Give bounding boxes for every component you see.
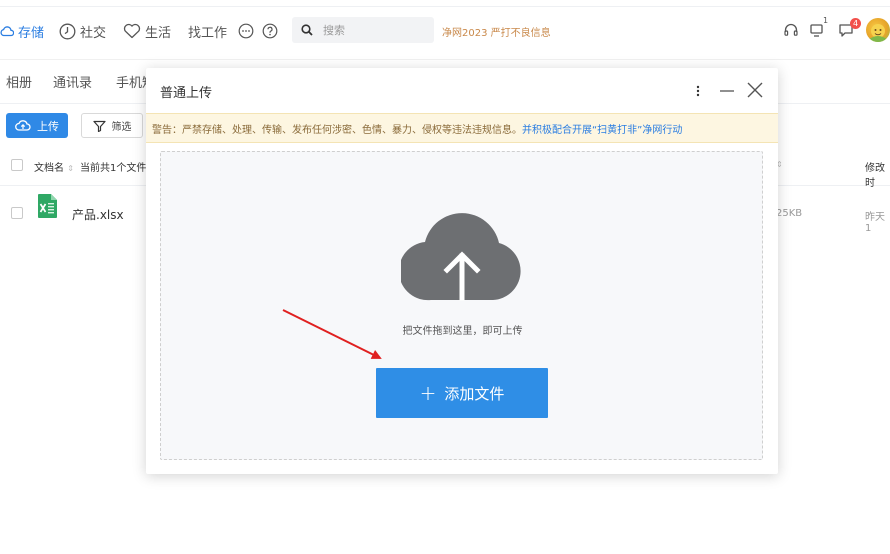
- nav-social[interactable]: 社交: [59, 21, 106, 41]
- upload-dialog: 普通上传 警告：严禁存储、处理、传输、发布任何涉密、色情、暴力、侵权等违法违规信…: [146, 68, 778, 474]
- nav-social-label: 社交: [80, 25, 107, 41]
- nav-jobs-label: 找工作: [188, 25, 228, 41]
- tab-contacts[interactable]: 通讯录: [53, 72, 92, 91]
- search-box[interactable]: [292, 17, 434, 43]
- header-name[interactable]: 文档名 ⇕: [34, 159, 74, 174]
- header-modified[interactable]: 修改时: [865, 159, 890, 189]
- sort-icon: ⇕: [67, 164, 74, 173]
- warning-bar: 警告：严禁存储、处理、传输、发布任何涉密、色情、暴力、侵权等违法违规信息。 并积极…: [146, 113, 778, 143]
- filter-button-label: 筛选: [111, 122, 132, 133]
- nav-storage[interactable]: 存储: [0, 21, 44, 41]
- warning-link[interactable]: 并积极配合开展“扫黄打非”净网行动: [522, 121, 682, 136]
- more-dots-icon[interactable]: [238, 21, 254, 41]
- search-icon: [301, 24, 313, 36]
- nav-life-label: 生活: [145, 25, 172, 41]
- cloud-icon: [0, 26, 14, 37]
- nav-storage-label: 存储: [18, 25, 45, 41]
- drop-zone[interactable]: 把文件拖到这里，即可上传 + 添加文件: [160, 151, 763, 460]
- drop-hint: 把文件拖到这里，即可上传: [402, 326, 523, 337]
- select-all-checkbox[interactable]: [11, 159, 23, 171]
- add-file-label: 添加文件: [444, 384, 505, 403]
- warning-text: 警告：严禁存储、处理、传输、发布任何涉密、色情、暴力、侵权等违法违规信息。: [152, 124, 522, 136]
- heart-icon: [123, 23, 141, 39]
- filter-button[interactable]: 筛选: [81, 113, 143, 138]
- top-divider: [0, 6, 890, 7]
- message-badge: 4: [850, 18, 861, 29]
- notice-text[interactable]: 净网2023 严打不良信息: [442, 24, 551, 39]
- upload-button[interactable]: 上传: [6, 113, 68, 138]
- headset-icon[interactable]: [783, 22, 799, 38]
- cloud-upload-icon: [15, 120, 31, 131]
- avatar[interactable]: [866, 18, 890, 42]
- search-input[interactable]: [323, 23, 423, 37]
- upload-button-label: 上传: [37, 119, 59, 133]
- file-date: 昨天 1: [865, 212, 885, 234]
- clock-icon: [59, 23, 76, 39]
- nav-jobs[interactable]: 找工作: [188, 21, 227, 41]
- header-count: 当前共1个文件: [80, 163, 147, 174]
- cloud-upload-icon: [401, 213, 521, 301]
- file-name[interactable]: 产品.xlsx: [72, 206, 124, 223]
- nav-life[interactable]: 生活: [123, 21, 171, 41]
- minimize-icon[interactable]: [719, 83, 735, 99]
- close-icon[interactable]: [747, 82, 763, 98]
- tab-album[interactable]: 相册: [6, 72, 32, 91]
- filter-icon: [92, 120, 106, 132]
- row-checkbox[interactable]: [11, 207, 23, 219]
- header-name-label: 文档名: [34, 163, 64, 174]
- more-vertical-icon[interactable]: [694, 84, 702, 98]
- device-badge: 1: [823, 16, 829, 25]
- excel-file-icon: [38, 194, 57, 218]
- top-navigation: 存储 社交 生活 找工作 净网2023 严打不良信息 1 4: [0, 0, 890, 60]
- add-file-button[interactable]: + 添加文件: [376, 368, 548, 418]
- help-icon[interactable]: [262, 21, 278, 41]
- dialog-title: 普通上传: [160, 86, 213, 101]
- plus-icon: +: [419, 381, 437, 405]
- file-size: 25KB: [776, 208, 803, 219]
